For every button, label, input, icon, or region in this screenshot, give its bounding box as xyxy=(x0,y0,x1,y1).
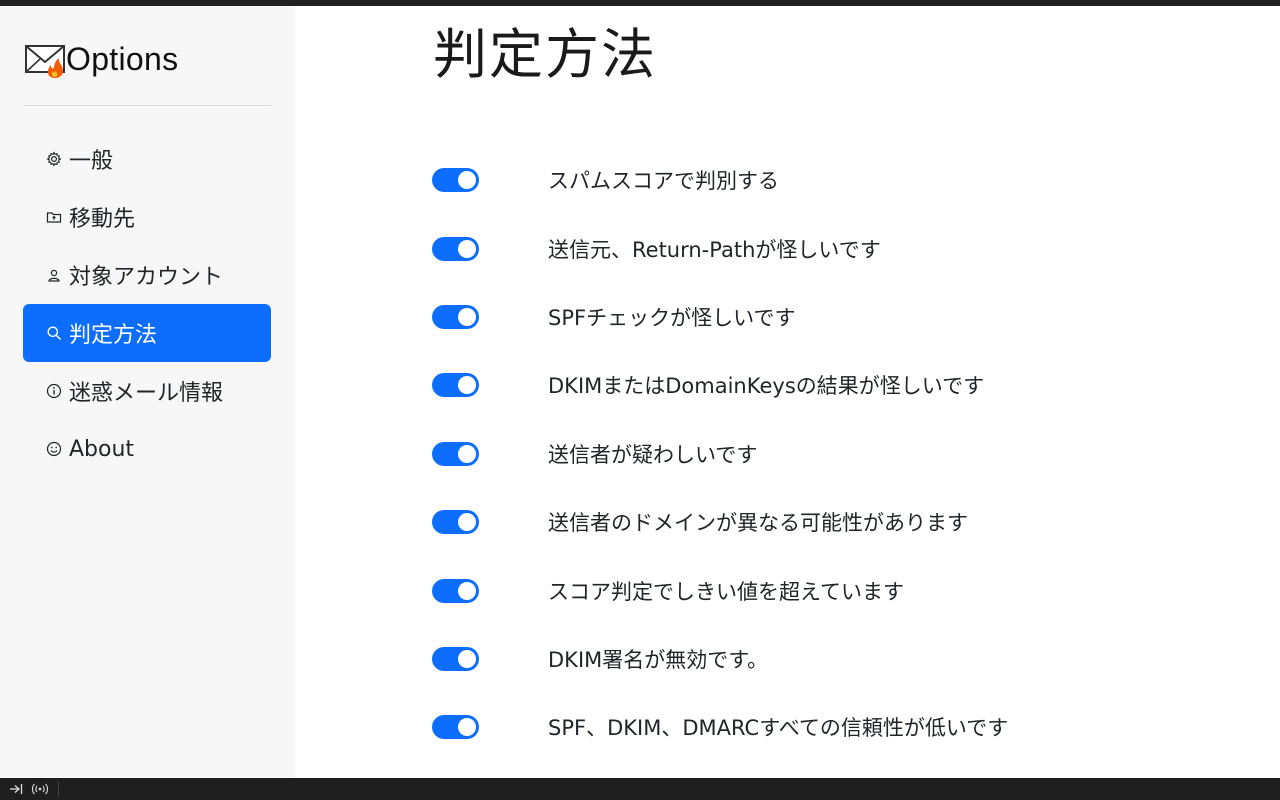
toggle-knob xyxy=(458,239,476,258)
info-icon xyxy=(45,382,63,400)
rule-row: スコア判定でしきい値を超えています xyxy=(432,556,1008,624)
broadcast-icon[interactable] xyxy=(30,780,50,798)
status-bar xyxy=(0,778,1280,800)
rule-label: SPF、DKIM、DMARCすべての信頼性が低いです xyxy=(548,716,1009,741)
rule-label: スパムスコアで判別する xyxy=(548,169,779,194)
status-bar-divider xyxy=(58,782,59,796)
sidebar-item-label: 移動先 xyxy=(69,207,136,232)
search-icon xyxy=(45,324,63,342)
toggle-knob xyxy=(458,581,476,600)
folder-icon xyxy=(45,208,63,226)
rule-row xyxy=(432,762,1008,778)
rule-row: スパムスコアで判別する xyxy=(432,146,1008,214)
rule-row: DKIM署名が無効です。 xyxy=(432,625,1008,693)
rule-label: 送信者のドメインが異なる可能性があります xyxy=(548,511,968,536)
rule-row: SPF、DKIM、DMARCすべての信頼性が低いです xyxy=(432,693,1008,761)
toggle-knob xyxy=(458,718,476,737)
sidebar-nav: 一般 移動先 対象アカウント 判定方法 迷惑メール情報 About xyxy=(23,130,272,478)
sidebar-item-label: 対象アカウント xyxy=(69,265,224,290)
sidebar-item-spam-info[interactable]: 迷惑メール情報 xyxy=(23,362,271,420)
rule-toggle[interactable] xyxy=(432,236,479,261)
rule-row: 送信者のドメインが異なる可能性があります xyxy=(432,488,1008,556)
toggle-knob xyxy=(458,513,476,532)
rule-label: 送信者が疑わしいです xyxy=(548,442,758,467)
sidebar: Options 一般 移動先 対象アカウント 判定方法 迷惑メール情報 Abou… xyxy=(0,6,295,778)
rule-toggle[interactable] xyxy=(432,168,479,193)
rule-toggle[interactable] xyxy=(432,715,479,740)
rule-toggle[interactable] xyxy=(432,441,479,466)
sidebar-item-label: 判定方法 xyxy=(69,323,158,348)
rule-label: 送信元、Return-Pathが怪しいです xyxy=(548,237,881,262)
sidebar-item-general[interactable]: 一般 xyxy=(23,130,271,188)
sidebar-item-judgement[interactable]: 判定方法 xyxy=(23,304,271,362)
sidebar-item-label: About xyxy=(69,436,135,462)
gear-icon xyxy=(45,150,63,168)
rule-list: スパムスコアで判別する 送信元、Return-Pathが怪しいです SPFチェッ… xyxy=(432,146,1008,778)
sidebar-item-about[interactable]: About xyxy=(23,420,271,478)
sidebar-item-label: 迷惑メール情報 xyxy=(69,381,224,406)
toggle-knob xyxy=(458,171,476,190)
rule-row: SPFチェックが怪しいです xyxy=(432,283,1008,351)
brand-title: Options xyxy=(66,40,179,77)
rule-label: スコア判定でしきい値を超えています xyxy=(548,579,904,604)
person-icon xyxy=(45,266,63,284)
rule-toggle[interactable] xyxy=(432,304,479,329)
toggle-knob xyxy=(458,307,476,326)
rule-label: SPFチェックが怪しいです xyxy=(548,305,796,330)
rule-row: 送信元、Return-Pathが怪しいです xyxy=(432,214,1008,282)
rule-toggle[interactable] xyxy=(432,373,479,398)
rule-toggle[interactable] xyxy=(432,510,479,535)
rule-label: DKIM署名が無効です。 xyxy=(548,647,769,672)
sidebar-item-label: 一般 xyxy=(69,149,114,174)
sidebar-toggle-icon[interactable] xyxy=(6,780,26,798)
brand: Options xyxy=(23,34,272,84)
page-title: 判定方法 xyxy=(433,23,657,86)
sidebar-item-accounts[interactable]: 対象アカウント xyxy=(23,246,271,304)
main-content: 判定方法 スパムスコアで判別する 送信元、Return-Pathが怪しいです S… xyxy=(295,6,1280,778)
rule-row: DKIMまたはDomainKeysの結果が怪しいです xyxy=(432,351,1008,419)
sidebar-divider xyxy=(23,105,271,106)
toggle-knob xyxy=(458,376,476,395)
rule-label: DKIMまたはDomainKeysの結果が怪しいです xyxy=(548,374,985,399)
rule-row: 送信者が疑わしいです xyxy=(432,420,1008,488)
rule-toggle[interactable] xyxy=(432,578,479,603)
sidebar-item-destination[interactable]: 移動先 xyxy=(23,188,271,246)
rule-toggle[interactable] xyxy=(432,646,479,671)
options-app: Options 一般 移動先 対象アカウント 判定方法 迷惑メール情報 Abou… xyxy=(0,6,1280,778)
toggle-knob xyxy=(458,444,476,463)
mail-fire-logo-icon xyxy=(25,38,67,80)
smiley-icon xyxy=(45,440,63,458)
toggle-knob xyxy=(458,649,476,668)
